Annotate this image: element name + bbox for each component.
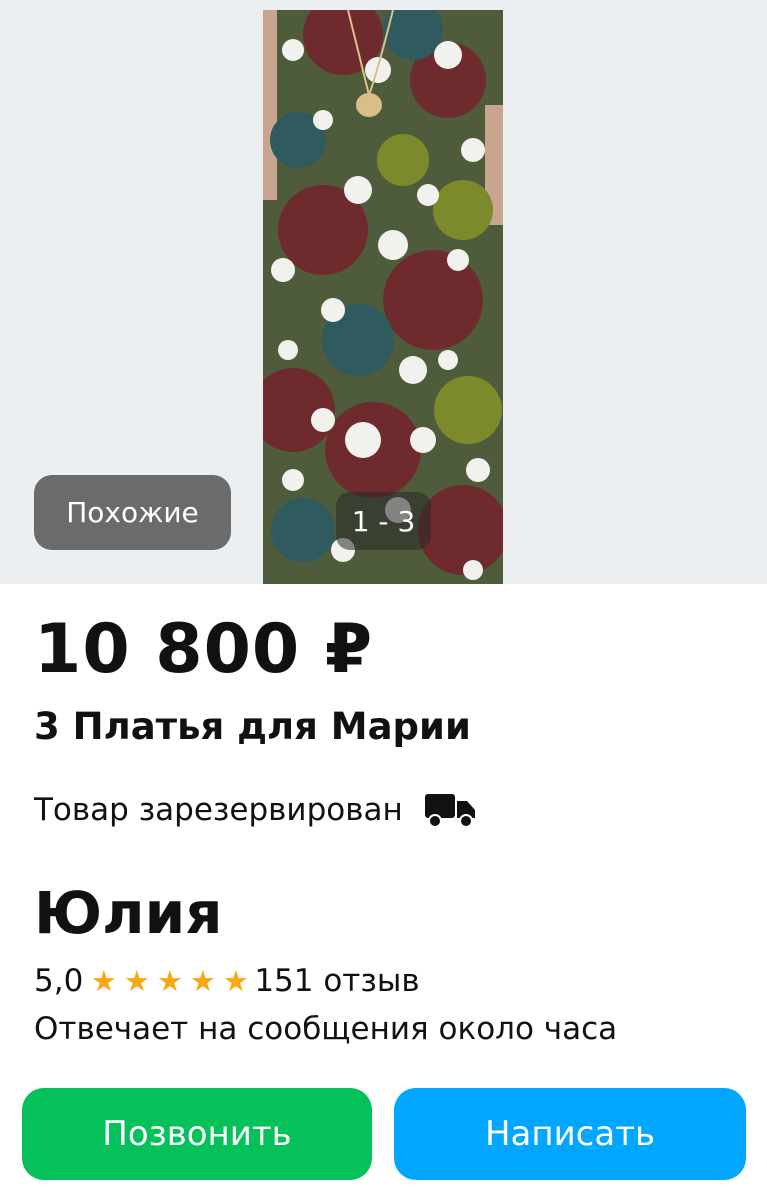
star-icon: ★: [222, 964, 249, 998]
write-button-label: Написать: [484, 1114, 656, 1154]
rating-value: 5,0: [34, 963, 84, 999]
delivery-truck-icon: [424, 794, 475, 828]
rating-stars: ★ ★ ★ ★ ★: [87, 967, 252, 996]
price: 10 800 ₽: [34, 610, 374, 689]
reservation-status: Товар зарезервирован: [34, 792, 477, 828]
call-button[interactable]: Позвонить: [22, 1088, 372, 1180]
reviews-count: 151 отзыв: [254, 963, 420, 999]
star-icon: ★: [156, 964, 183, 998]
seller-rating[interactable]: 5,0 ★ ★ ★ ★ ★ 151 отзыв: [34, 966, 420, 997]
similar-button-label: Похожие: [66, 496, 199, 529]
response-time: Отвечает на сообщения около часа: [34, 1011, 618, 1047]
star-icon: ★: [189, 964, 216, 998]
photo-counter: 1 - 3: [336, 492, 431, 550]
write-button[interactable]: Написать: [394, 1088, 746, 1180]
call-button-label: Позвонить: [102, 1114, 292, 1154]
similar-button[interactable]: Похожие: [34, 475, 231, 550]
photo-counter-label: 1 - 3: [351, 504, 416, 538]
star-icon: ★: [90, 964, 117, 998]
listing-title: 3 Платья для Марии: [34, 705, 471, 748]
star-icon: ★: [123, 964, 150, 998]
seller-name[interactable]: Юлия: [34, 884, 222, 942]
photo-gallery[interactable]: Похожие 1 - 3: [0, 0, 767, 584]
status-text: Товар зарезервирован: [34, 791, 403, 828]
